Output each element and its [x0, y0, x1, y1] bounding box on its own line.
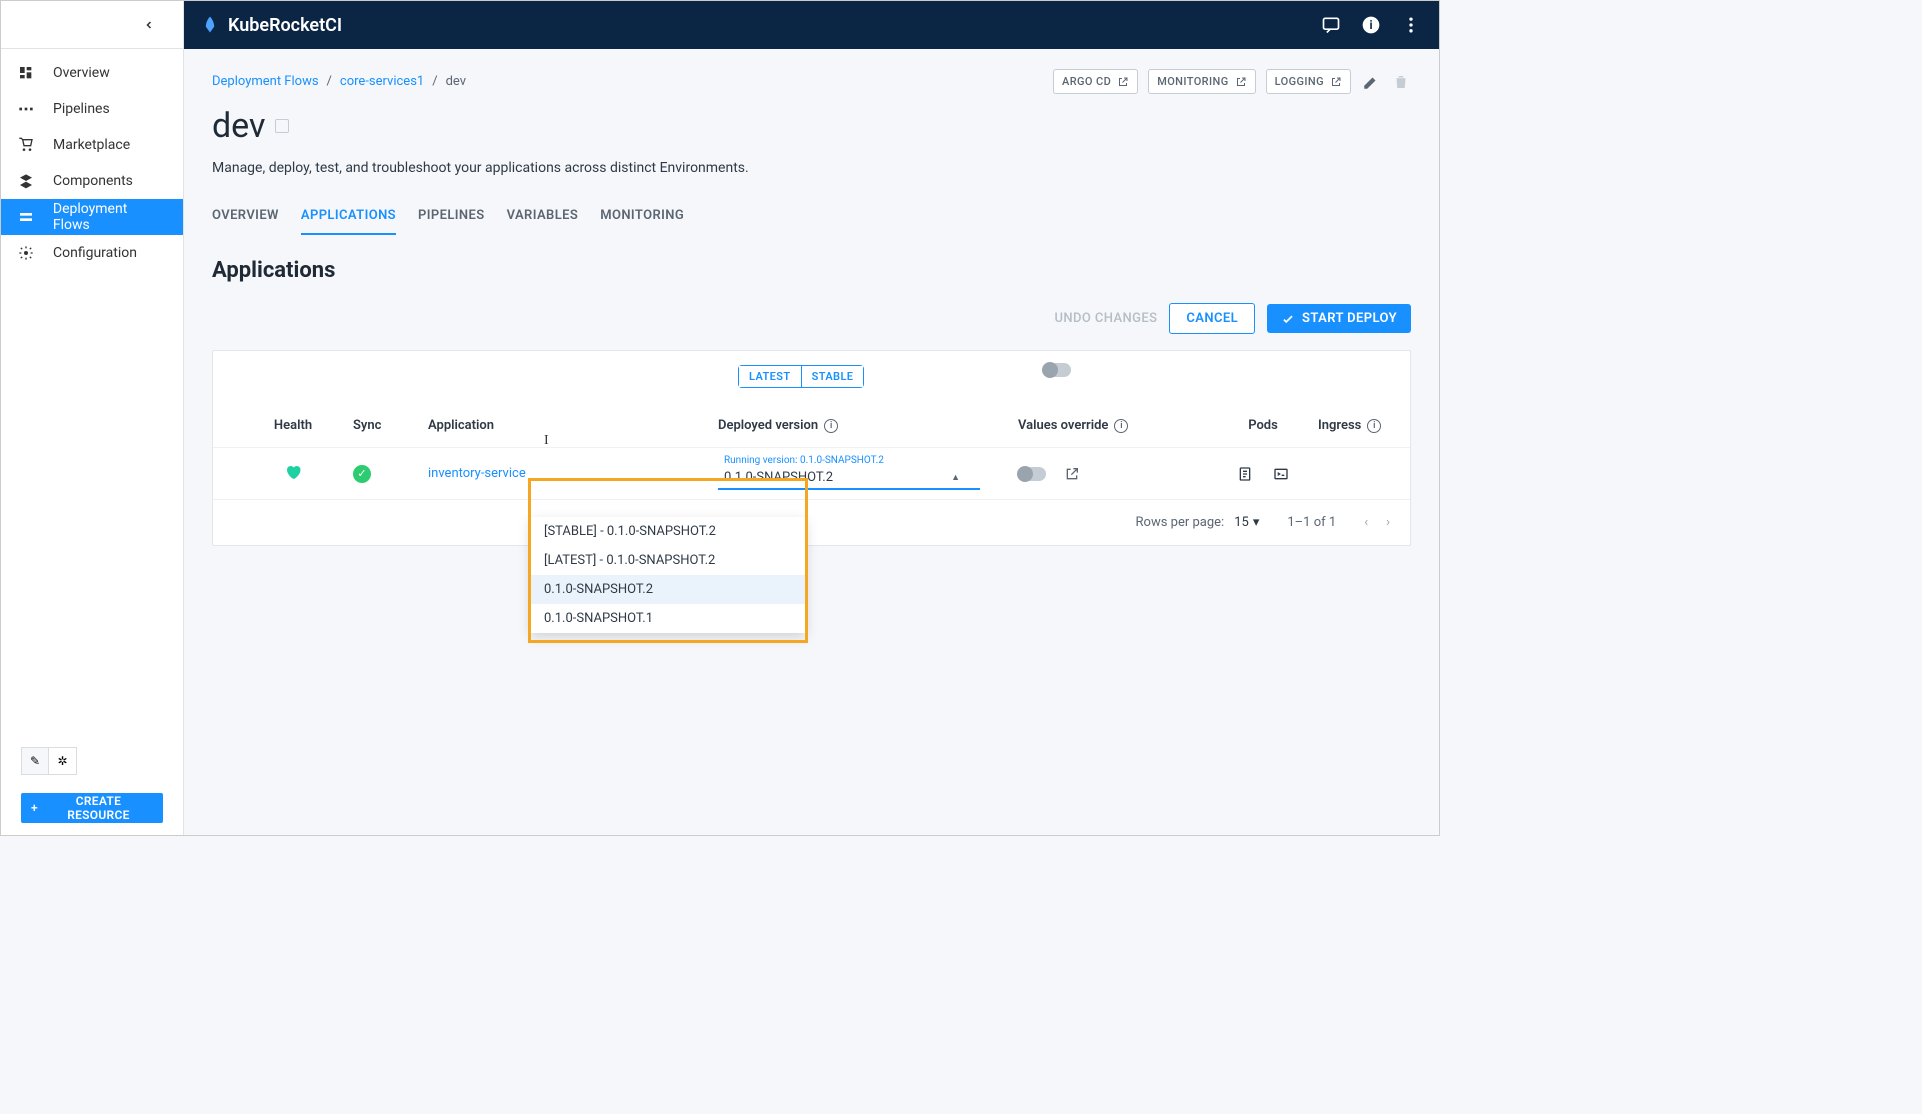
argo-cd-button[interactable]: ARGO CD: [1053, 69, 1138, 94]
dropdown-option-snapshot2[interactable]: 0.1.0-SNAPSHOT.2: [530, 575, 806, 604]
sidebar-item-configuration[interactable]: Configuration: [1, 235, 183, 271]
sidebar-item-overview[interactable]: Overview: [1, 55, 183, 91]
table-row: ✓ inventory-service Running version: 0.1…: [213, 447, 1410, 499]
sidebar-item-deployment-flows[interactable]: Deployment Flows: [1, 199, 183, 235]
copy-icon[interactable]: [275, 119, 289, 133]
sync-icon: ✓: [353, 465, 371, 483]
health-icon: [284, 463, 302, 485]
table-footer: Rows per page: 15 ▾ 1–1 of 1 ‹ ›: [213, 499, 1410, 545]
svg-text:i: i: [1369, 18, 1372, 32]
breadcrumb-leaf: dev: [446, 74, 466, 89]
tab-pipelines[interactable]: PIPELINES: [418, 198, 485, 235]
sidebar-collapse-button[interactable]: [1, 1, 183, 49]
layers-icon: [17, 172, 35, 190]
page-title: dev: [212, 106, 265, 146]
version-dropdown: [STABLE] - 0.1.0-SNAPSHOT.2 [LATEST] - 0…: [530, 517, 806, 633]
version-select-wrap: Running version: 0.1.0-SNAPSHOT.2 0.1.0-…: [718, 458, 1018, 490]
col-sync: Sync: [353, 418, 428, 433]
sidebar-label-configuration: Configuration: [53, 245, 137, 261]
start-deploy-button[interactable]: START DEPLOY: [1267, 304, 1411, 333]
chat-icon[interactable]: [1319, 13, 1343, 37]
values-override-toggle[interactable]: [1018, 467, 1046, 481]
tool-icon-1[interactable]: ✎: [21, 747, 49, 775]
plus-icon: +: [31, 801, 38, 815]
tab-variables[interactable]: VARIABLES: [507, 198, 579, 235]
rows-per-page-select[interactable]: 15 ▾: [1234, 515, 1259, 530]
breadcrumb: Deployment Flows / core-services1 / dev: [212, 74, 466, 89]
selected-version: 0.1.0-SNAPSHOT.2: [724, 470, 833, 485]
external-link-icon: [1117, 76, 1129, 88]
page-description: Manage, deploy, test, and troubleshoot y…: [212, 160, 1411, 176]
pod-log-icon[interactable]: [1236, 465, 1254, 483]
sidebar-label-components: Components: [53, 173, 133, 189]
sidebar: Overview Pipelines Marketplace Component…: [1, 1, 184, 835]
col-health: Health: [274, 418, 312, 433]
start-deploy-label: START DEPLOY: [1302, 311, 1397, 326]
external-link-icon: [1235, 76, 1247, 88]
applications-table: LATEST STABLE Health Sync Application De…: [212, 350, 1411, 546]
create-resource-label: CREATE RESOURCE: [44, 794, 153, 822]
more-icon[interactable]: [1399, 13, 1423, 37]
info-icon[interactable]: i: [824, 419, 838, 433]
pagination-range: 1–1 of 1: [1287, 515, 1336, 530]
sidebar-item-components[interactable]: Components: [1, 163, 183, 199]
dashboard-icon: [17, 64, 35, 82]
dropdown-option-latest[interactable]: [LATEST] - 0.1.0-SNAPSHOT.2: [530, 546, 806, 575]
sidebar-label-deployment-flows: Deployment Flows: [53, 201, 167, 233]
sidebar-item-pipelines[interactable]: Pipelines: [1, 91, 183, 127]
cart-icon: [17, 136, 35, 154]
rows-per-page-label: Rows per page:: [1136, 515, 1225, 530]
col-application: Application: [428, 418, 718, 433]
col-deployed: Deployed versioni: [718, 418, 1018, 433]
edit-button[interactable]: [1361, 72, 1381, 92]
rocket-icon: [200, 15, 220, 35]
sidebar-label-overview: Overview: [53, 65, 110, 81]
logging-button[interactable]: LOGGING: [1266, 69, 1351, 94]
col-pods: Pods: [1248, 418, 1278, 433]
main-content: Deployment Flows / core-services1 / dev …: [184, 49, 1439, 835]
application-link[interactable]: inventory-service: [428, 466, 718, 481]
brand-label: KubeRocketCI: [228, 15, 342, 36]
sidebar-label-marketplace: Marketplace: [53, 137, 130, 153]
tabs: OVERVIEW APPLICATIONS PIPELINES VARIABLE…: [212, 198, 1411, 236]
gear-icon: [17, 244, 35, 262]
pipeline-icon: [17, 100, 35, 118]
delete-button[interactable]: [1391, 72, 1411, 92]
undo-changes-button[interactable]: UNDO CHANGES: [1054, 311, 1157, 326]
brand[interactable]: KubeRocketCI: [200, 15, 342, 36]
dropdown-option-stable[interactable]: [STABLE] - 0.1.0-SNAPSHOT.2: [530, 517, 806, 546]
cancel-button[interactable]: CANCEL: [1169, 303, 1255, 334]
topbar: KubeRocketCI i: [184, 1, 1439, 49]
col-ingress: Ingressi: [1318, 418, 1398, 433]
tab-monitoring[interactable]: MONITORING: [600, 198, 684, 235]
create-resource-button[interactable]: + CREATE RESOURCE: [21, 793, 163, 823]
next-page-button[interactable]: ›: [1386, 515, 1390, 530]
chevron-down-icon: ▾: [1253, 515, 1260, 530]
flow-icon: [17, 208, 35, 226]
pod-terminal-icon[interactable]: [1272, 465, 1290, 483]
breadcrumb-root[interactable]: Deployment Flows: [212, 74, 319, 89]
info-icon[interactable]: i: [1359, 13, 1383, 37]
check-icon: [1281, 312, 1295, 326]
sidebar-label-pipelines: Pipelines: [53, 101, 110, 117]
tab-overview[interactable]: OVERVIEW: [212, 198, 279, 235]
running-version-label: Running version: 0.1.0-SNAPSHOT.2: [724, 455, 884, 466]
external-link-icon: [1330, 76, 1342, 88]
external-link-icon[interactable]: [1064, 466, 1080, 482]
info-icon[interactable]: i: [1367, 419, 1381, 433]
dropdown-option-snapshot1[interactable]: 0.1.0-SNAPSHOT.1: [530, 604, 806, 633]
section-title: Applications: [212, 258, 1411, 283]
breadcrumb-mid[interactable]: core-services1: [340, 74, 424, 89]
info-icon[interactable]: i: [1114, 419, 1128, 433]
text-cursor: I: [544, 433, 549, 449]
sidebar-item-marketplace[interactable]: Marketplace: [1, 127, 183, 163]
tool-icon-2[interactable]: ✲: [49, 747, 77, 775]
dropdown-arrow-icon: ▲: [951, 472, 960, 483]
tab-applications[interactable]: APPLICATIONS: [301, 198, 396, 235]
monitoring-button[interactable]: MONITORING: [1148, 69, 1255, 94]
prev-page-button[interactable]: ‹: [1364, 515, 1368, 530]
col-values: Values overridei: [1018, 418, 1208, 433]
